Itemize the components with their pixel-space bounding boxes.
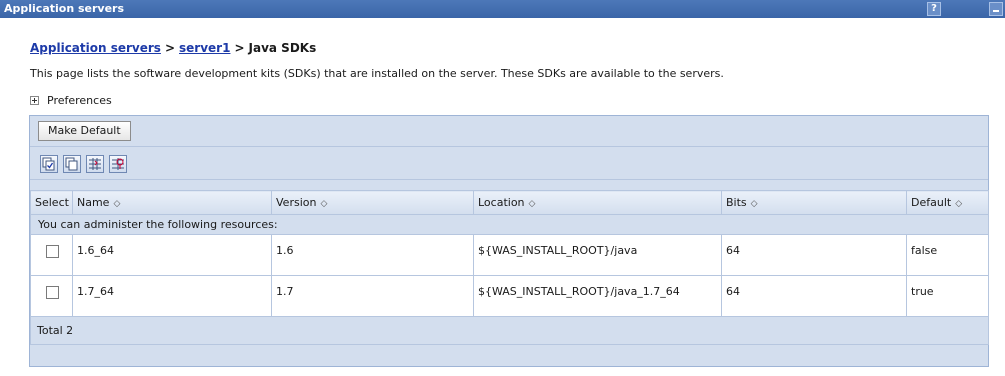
select-cell [30,234,73,276]
table-toolbar [30,147,988,180]
preferences-toggle[interactable]: Preferences [30,94,112,107]
sort-icon[interactable]: ◇ [751,199,758,209]
breadcrumb-separator: > [164,41,176,55]
column-header-bits[interactable]: Bits ◇ [721,190,907,215]
sdk-table: Select Name ◇ Version ◇ Location ◇ Bits ◇ De… [30,190,989,345]
preferences-label: Preferences [47,94,112,107]
version-cell: 1.6 [271,234,474,276]
column-header-label: Select [35,196,69,209]
column-header-label: Default [911,196,952,209]
sort-icon[interactable]: ◇ [113,199,120,209]
column-header-version[interactable]: Version ◇ [271,190,474,215]
window-title: Application servers [4,2,125,15]
breadcrumb-link-application-servers[interactable]: Application servers [30,41,161,55]
window-titlebar: Application servers ? [0,0,1005,18]
table-header-row: Select Name ◇ Version ◇ Location ◇ Bits ◇ De… [30,190,989,215]
sort-icon[interactable]: ◇ [955,199,962,209]
help-icon[interactable]: ? [927,2,941,16]
resources-message: You can administer the following resourc… [30,214,989,235]
column-header-default[interactable]: Default ◇ [906,190,989,215]
version-cell: 1.7 [271,275,474,317]
column-header-select: Select [30,190,73,215]
page-description: This page lists the software development… [30,67,724,80]
deselect-all-icon[interactable] [63,155,81,173]
select-all-icon[interactable] [40,155,58,173]
name-cell: 1.7_64 [72,275,272,317]
column-header-name[interactable]: Name ◇ [72,190,272,215]
name-cell: 1.6_64 [72,234,272,276]
default-cell: true [906,275,989,317]
row-checkbox[interactable] [46,245,59,258]
column-header-label: Name [77,196,110,209]
row-checkbox[interactable] [46,286,59,299]
expand-icon[interactable] [30,96,39,105]
select-cell [30,275,73,317]
total-count: Total 2 [30,316,989,345]
table-row: 1.7_64 1.7 ${WAS_INSTALL_ROOT}/java_1.7_… [30,275,989,317]
minimize-icon[interactable] [989,2,1003,16]
column-header-label: Bits [726,196,747,209]
bits-cell: 64 [721,275,907,317]
breadcrumb-separator: > [234,41,245,55]
breadcrumb: Application servers > server1 > Java SDKs [30,41,316,55]
sort-icon[interactable]: ◇ [529,199,536,209]
table-row: 1.6_64 1.6 ${WAS_INSTALL_ROOT}/java 64 f… [30,234,989,276]
column-header-label: Version [276,196,317,209]
clear-filter-icon[interactable] [109,155,127,173]
collection-panel: Make Default Select Name ◇ Version ◇ Locat… [29,115,989,367]
sort-icon[interactable]: ◇ [320,199,327,209]
make-default-button[interactable]: Make Default [38,121,131,141]
default-cell: false [906,234,989,276]
total-row: Total 2 [30,316,989,345]
location-cell: ${WAS_INSTALL_ROOT}/java [473,234,722,276]
breadcrumb-current: Java SDKs [248,41,317,55]
breadcrumb-link-server1[interactable]: server1 [179,41,230,55]
location-cell: ${WAS_INSTALL_ROOT}/java_1.7_64 [473,275,722,317]
show-filter-icon[interactable] [86,155,104,173]
bits-cell: 64 [721,234,907,276]
column-header-location[interactable]: Location ◇ [473,190,722,215]
button-bar: Make Default [30,116,988,147]
resources-message-row: You can administer the following resourc… [30,214,989,235]
column-header-label: Location [478,196,525,209]
